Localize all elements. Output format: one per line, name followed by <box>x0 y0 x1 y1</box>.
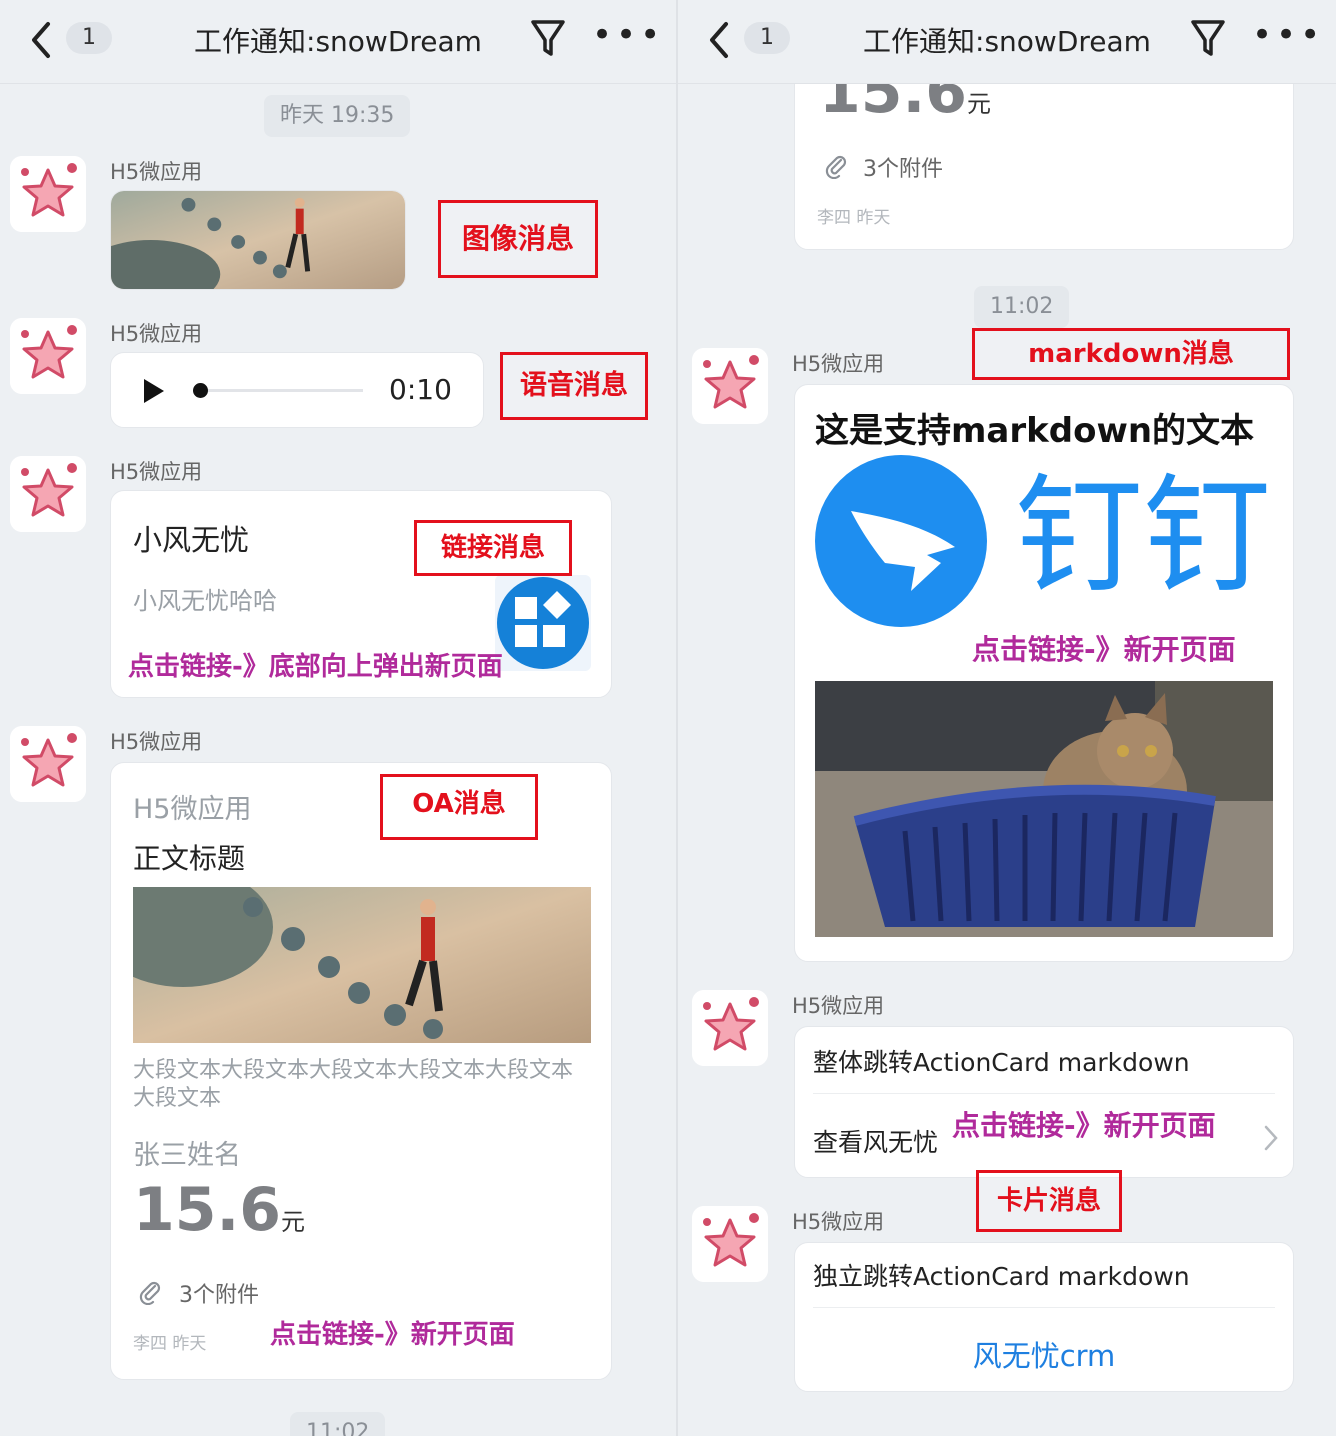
oa-body-image <box>133 887 591 1043</box>
app-avatar-star-icon[interactable] <box>692 990 768 1066</box>
oa-body-text: 大段文本大段文本大段文本大段文本大段文本大段文本 <box>133 1058 574 1111</box>
oa-author: 张三姓名 <box>133 1140 241 1171</box>
actioncard-crm-button[interactable]: 风无忧crm <box>795 1333 1293 1375</box>
sender-name: H5微应用 <box>792 994 885 1018</box>
oa-tail-amount-unit: 元 <box>967 90 992 118</box>
timestamp-divider: 11:02 <box>974 286 1070 328</box>
actioncard-title: 整体跳转ActionCard markdown <box>813 1048 1190 1077</box>
actioncard-independent-jump: 独立跳转ActionCard markdown 风无忧crm <box>794 1242 1294 1392</box>
sender-name: H5微应用 <box>110 322 203 346</box>
oa-amount-unit: 元 <box>281 1208 306 1236</box>
oa-head: H5微应用 <box>133 794 252 825</box>
oa-behavior-note: 点击链接-》新开页面 <box>270 1320 515 1350</box>
left-chat-panel: 1 工作通知:snowDream ••• 昨天 19:35 H5微应用 图像消息… <box>0 0 676 1436</box>
sender-name: H5微应用 <box>110 460 203 484</box>
voice-progress-thumb[interactable] <box>193 383 208 398</box>
actioncard-link-text[interactable]: 查看风无忧 <box>813 1123 938 1159</box>
filter-icon[interactable] <box>528 16 568 60</box>
annotation-link-message: 链接消息 <box>414 520 572 576</box>
oa-amount: 15.6元 <box>133 1175 305 1245</box>
oa-message-card[interactable]: H5微应用 正文标题 大段文本大段文本大段文本大段文本大段文本大段文本 张三姓名… <box>110 762 612 1380</box>
actioncard-whole-jump[interactable]: 整体跳转ActionCard markdown 查看风无忧 <box>794 1026 1294 1178</box>
attachment-paperclip-icon <box>825 155 847 179</box>
annotation-card-message: 卡片消息 <box>976 1170 1122 1232</box>
oa-tail-footer: 李四 昨天 <box>817 208 891 228</box>
app-avatar-star-icon[interactable] <box>10 456 86 532</box>
actioncard-separator <box>813 1093 1275 1094</box>
chat-title: 工作通知:snowDream <box>863 25 1151 58</box>
more-options-icon[interactable]: ••• <box>1252 18 1320 56</box>
sender-name: H5微应用 <box>110 160 203 184</box>
oa-attachments[interactable]: 3个附件 <box>179 1277 259 1309</box>
unread-count-badge: 1 <box>744 22 790 54</box>
sender-name: H5微应用 <box>792 1210 885 1234</box>
oa-tail-attachments[interactable]: 3个附件 <box>863 151 943 183</box>
app-avatar-star-icon[interactable] <box>692 348 768 424</box>
voice-message-bubble[interactable]: 0:10 <box>110 352 484 428</box>
annotation-voice-message: 语音消息 <box>500 352 648 420</box>
app-avatar-star-icon[interactable] <box>10 726 86 802</box>
link-behavior-note: 点击链接-》底部向上弹出新页面 <box>128 652 503 682</box>
attachment-paperclip-icon <box>139 1281 161 1305</box>
play-icon[interactable] <box>141 377 167 405</box>
link-subtitle: 小风无忧哈哈 <box>133 587 277 615</box>
markdown-heading: 这是支持markdown的文本 <box>815 411 1255 451</box>
back-arrow-icon[interactable] <box>26 18 58 62</box>
voice-duration: 0:10 <box>389 373 452 406</box>
actioncard-separator <box>813 1307 1275 1308</box>
chat-header: 1 工作通知:snowDream ••• <box>0 0 676 84</box>
dingtalk-logo-text: 钉钉 <box>1015 462 1272 611</box>
timestamp-divider: 昨天 19:35 <box>264 95 411 137</box>
actioncard-behavior-note: 点击链接-》新开页面 <box>952 1109 1216 1142</box>
chevron-right-icon[interactable] <box>1261 1123 1281 1153</box>
link-app-logo-icon <box>495 575 591 671</box>
right-chat-panel: 15.6元 3个附件 李四 昨天 1 工作通知:snowDream ••• 11… <box>678 0 1336 1436</box>
annotation-oa-message: OA消息 <box>380 774 538 840</box>
timestamp-divider: 11:02 <box>290 1412 386 1436</box>
chat-header: 1 工作通知:snowDream ••• <box>678 0 1336 84</box>
more-options-icon[interactable]: ••• <box>592 18 660 56</box>
actioncard-title: 独立跳转ActionCard markdown <box>813 1262 1190 1291</box>
oa-body-title: 正文标题 <box>133 842 246 875</box>
oa-amount-value: 15.6 <box>133 1175 282 1245</box>
filter-icon[interactable] <box>1188 16 1228 60</box>
sender-name: H5微应用 <box>792 352 885 376</box>
markdown-message-card[interactable]: 这是支持markdown的文本 钉钉 <box>794 384 1294 962</box>
unread-count-badge: 1 <box>66 22 112 54</box>
annotation-markdown-message: markdown消息 <box>972 328 1290 380</box>
markdown-behavior-note: 点击链接-》新开页面 <box>972 633 1236 666</box>
link-title: 小风无忧 <box>133 523 250 557</box>
app-avatar-star-icon[interactable] <box>10 156 86 232</box>
sender-name: H5微应用 <box>110 730 203 754</box>
back-arrow-icon[interactable] <box>704 18 736 62</box>
cat-in-basket-image <box>815 681 1273 937</box>
app-avatar-star-icon[interactable] <box>10 318 86 394</box>
oa-footer: 李四 昨天 <box>133 1334 207 1354</box>
app-avatar-star-icon[interactable] <box>692 1206 768 1282</box>
image-message-thumbnail[interactable] <box>110 190 406 290</box>
voice-progress-track[interactable] <box>195 389 363 392</box>
dingtalk-logo-icon <box>815 455 987 627</box>
chat-title: 工作通知:snowDream <box>194 25 482 58</box>
annotation-image-message: 图像消息 <box>438 200 598 278</box>
